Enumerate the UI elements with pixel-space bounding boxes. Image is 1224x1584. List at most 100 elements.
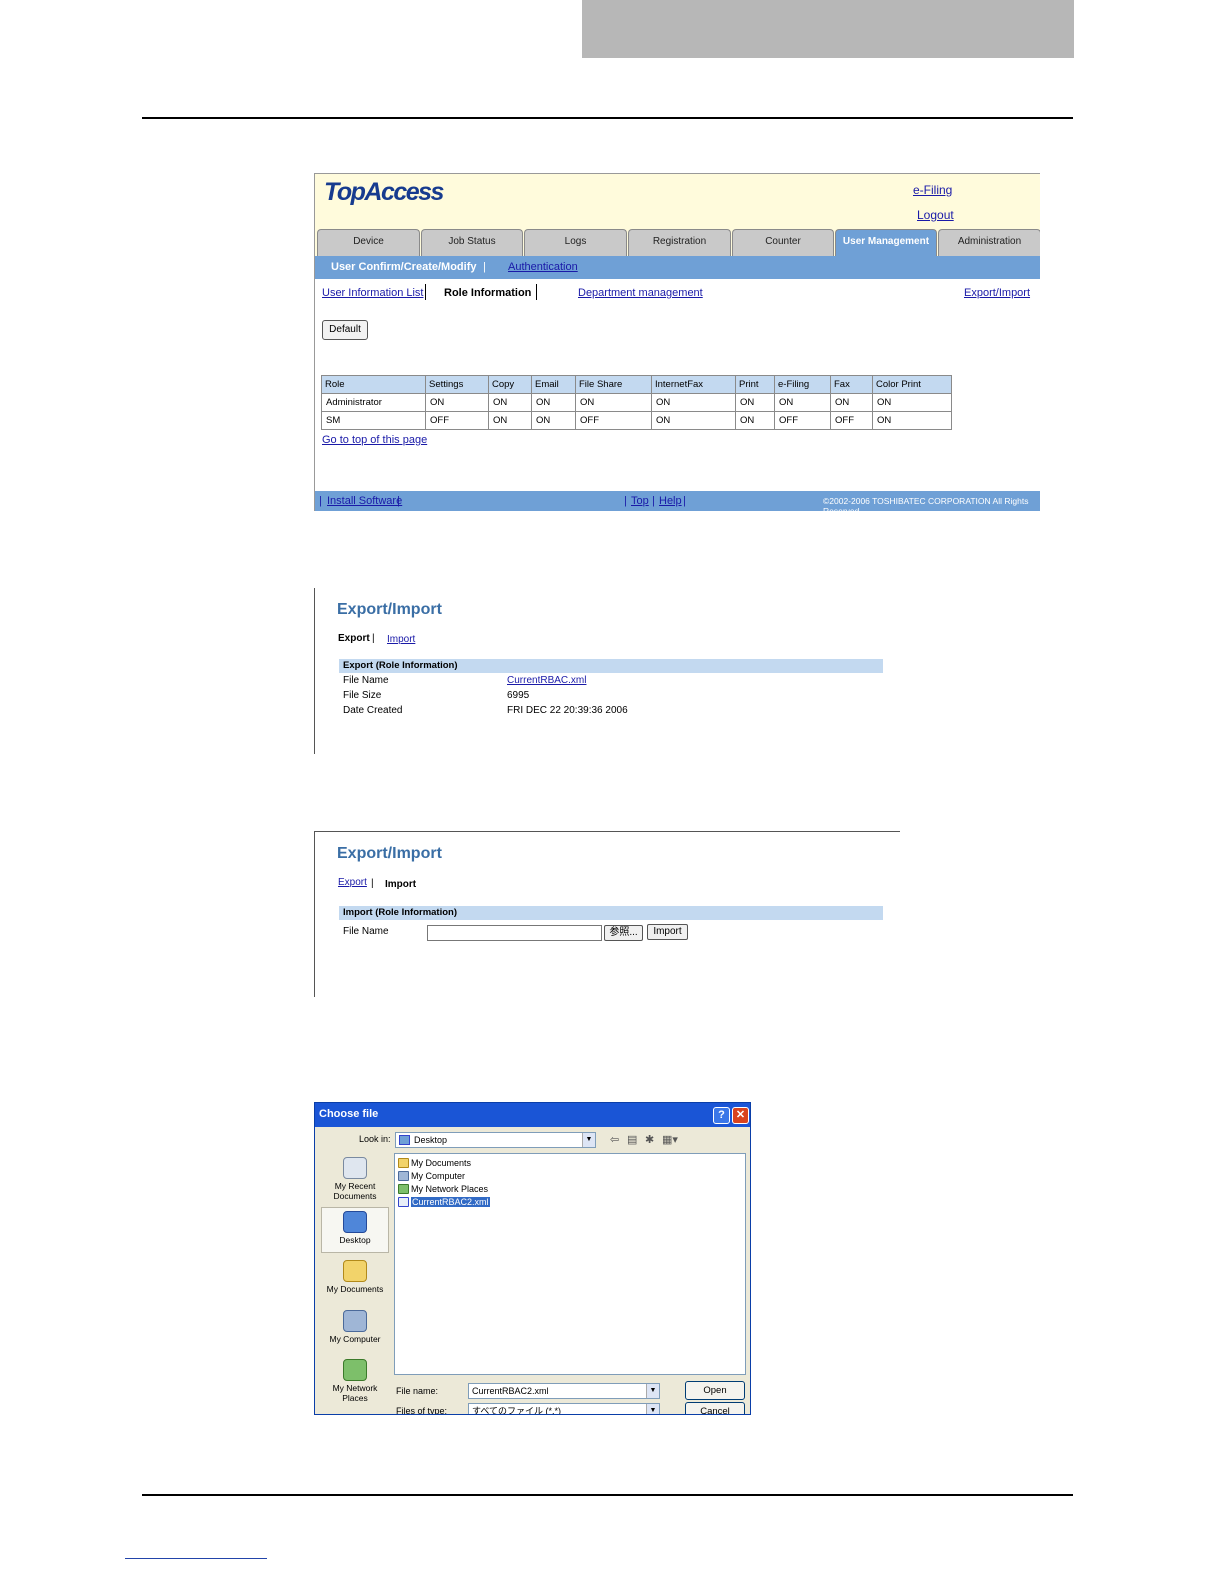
col-settings: Settings: [425, 375, 489, 394]
dialog-title: Choose file: [319, 1108, 379, 1120]
network-icon: [343, 1359, 367, 1381]
cell: ON: [651, 393, 736, 412]
go-to-top-link[interactable]: Go to top of this page: [322, 434, 427, 446]
user-information-list-link[interactable]: User Information List: [322, 287, 423, 299]
place-label: My Computer: [329, 1334, 381, 1344]
file-name-label: File Name: [343, 675, 389, 686]
cell-role: SM: [321, 411, 426, 430]
tab-job-status[interactable]: Job Status: [421, 229, 523, 256]
chevron-down-icon[interactable]: ▼: [646, 1384, 659, 1398]
panel-border: [314, 831, 315, 997]
col-print: Print: [735, 375, 775, 394]
subnav-separator: |: [483, 261, 486, 273]
table-row: Administrator ON ON ON ON ON ON ON ON ON: [321, 393, 952, 412]
back-icon[interactable]: ⇦: [610, 1133, 619, 1146]
date-created-label: Date Created: [343, 705, 403, 716]
item-label: My Computer: [411, 1171, 466, 1181]
efiling-link[interactable]: e-Filing: [913, 183, 952, 197]
cell: ON: [425, 393, 489, 412]
cell: ON: [651, 411, 736, 430]
tab-logs[interactable]: Logs: [524, 229, 627, 256]
copyright-text: ©2002-2006 TOSHIBATEC CORPORATION All Ri…: [823, 496, 1029, 511]
footer-pipe: |: [652, 495, 655, 507]
computer-icon: [343, 1310, 367, 1332]
cell: ON: [735, 393, 775, 412]
list-item[interactable]: My Network Places: [397, 1183, 488, 1195]
new-folder-icon[interactable]: ✱: [645, 1133, 654, 1146]
xml-file-icon: [398, 1197, 409, 1207]
help-icon[interactable]: ?: [713, 1107, 730, 1124]
file-type-label: Files of type:: [396, 1406, 448, 1415]
cancel-button[interactable]: Cancel: [685, 1402, 745, 1414]
file-name-label: File Name: [343, 926, 389, 937]
network-icon: [398, 1184, 409, 1194]
default-button[interactable]: Default: [322, 320, 368, 340]
tab-import: Import: [385, 879, 417, 890]
dialog-title-bar: Choose file ? ✕: [315, 1103, 750, 1127]
place-desktop[interactable]: Desktop: [321, 1207, 389, 1253]
place-my-documents[interactable]: My Documents: [321, 1260, 389, 1294]
cell: ON: [735, 411, 775, 430]
menu-divider: [425, 284, 426, 300]
topaccess-window: TopAccess e-Filing Logout Device Job Sta…: [314, 173, 1040, 511]
cell: ON: [575, 393, 652, 412]
file-name-value: CurrentRBAC2.xml: [472, 1386, 549, 1396]
place-my-network-places[interactable]: My Network Places: [321, 1359, 389, 1403]
up-folder-icon[interactable]: ▤: [627, 1133, 637, 1146]
help-link[interactable]: Help: [659, 495, 682, 507]
top-link[interactable]: Top: [631, 495, 649, 507]
cell: ON: [531, 393, 576, 412]
tab-registration[interactable]: Registration: [628, 229, 731, 256]
place-recent-documents[interactable]: My Recent Documents: [321, 1157, 389, 1201]
file-name-combo[interactable]: CurrentRBAC2.xml ▼: [468, 1383, 660, 1399]
tab-export-link[interactable]: Export: [338, 877, 367, 888]
col-internetfax: InternetFax: [651, 375, 736, 394]
open-button[interactable]: Open: [685, 1381, 745, 1400]
look-in-select[interactable]: Desktop ▼: [395, 1132, 596, 1148]
topaccess-footer: | Install Software | | Top | Help | ©200…: [315, 491, 1040, 511]
top-rule: [142, 117, 1073, 119]
cell: ON: [774, 393, 831, 412]
list-item[interactable]: My Documents: [397, 1157, 471, 1169]
import-panel: Export/Import Export | Import Import (Ro…: [314, 831, 900, 997]
tab-device[interactable]: Device: [317, 229, 420, 256]
chevron-down-icon[interactable]: ▼: [646, 1404, 659, 1414]
tab-export: Export: [338, 633, 370, 644]
import-button[interactable]: Import: [647, 924, 688, 940]
file-list[interactable]: My Documents My Computer My Network Plac…: [394, 1153, 746, 1375]
desktop-icon: [343, 1211, 367, 1233]
place-label: My Documents: [326, 1284, 384, 1294]
file-type-select[interactable]: すべてのファイル (*.*) ▼: [468, 1403, 660, 1415]
file-type-value: すべてのファイル (*.*): [472, 1406, 562, 1415]
tab-administration[interactable]: Administration: [938, 229, 1040, 256]
place-my-computer[interactable]: My Computer: [321, 1310, 389, 1344]
tab-import-link[interactable]: Import: [387, 634, 415, 645]
panel-top-border: [314, 831, 900, 832]
logout-link[interactable]: Logout: [917, 208, 954, 222]
table-row: SM OFF ON ON OFF ON ON OFF OFF ON: [321, 411, 952, 430]
views-icon[interactable]: ▦▾: [662, 1133, 678, 1146]
choose-file-dialog: Choose file ? ✕ Look in: Desktop ▼ ⇦ ▤ ✱…: [314, 1102, 751, 1415]
chevron-down-icon[interactable]: ▼: [582, 1133, 595, 1147]
file-name-input[interactable]: [427, 925, 602, 941]
col-email: Email: [531, 375, 576, 394]
page-header-block: [582, 0, 1074, 58]
col-fax: Fax: [830, 375, 873, 394]
page-title: Export/Import: [337, 601, 442, 618]
file-name-link[interactable]: CurrentRBAC.xml: [507, 675, 586, 686]
list-item[interactable]: My Computer: [397, 1170, 465, 1182]
tab-counter[interactable]: Counter: [732, 229, 834, 256]
tab-user-management[interactable]: User Management: [835, 229, 937, 256]
list-item-selected[interactable]: CurrentRBAC2.xml: [397, 1196, 490, 1208]
footer-pipe: |: [624, 495, 627, 507]
department-management-link[interactable]: Department management: [578, 287, 703, 299]
browse-button[interactable]: 参照...: [604, 925, 643, 941]
table-header-row: Role Settings Copy Email File Share Inte…: [321, 375, 952, 394]
close-icon[interactable]: ✕: [732, 1107, 749, 1124]
footer-pipe: |: [397, 495, 400, 507]
export-import-link[interactable]: Export/Import: [964, 287, 1030, 299]
install-software-link[interactable]: Install Software: [327, 495, 402, 507]
authentication-link[interactable]: Authentication: [508, 261, 578, 273]
place-label: My Network Places: [332, 1383, 378, 1403]
subnav-current[interactable]: User Confirm/Create/Modify: [331, 261, 476, 273]
